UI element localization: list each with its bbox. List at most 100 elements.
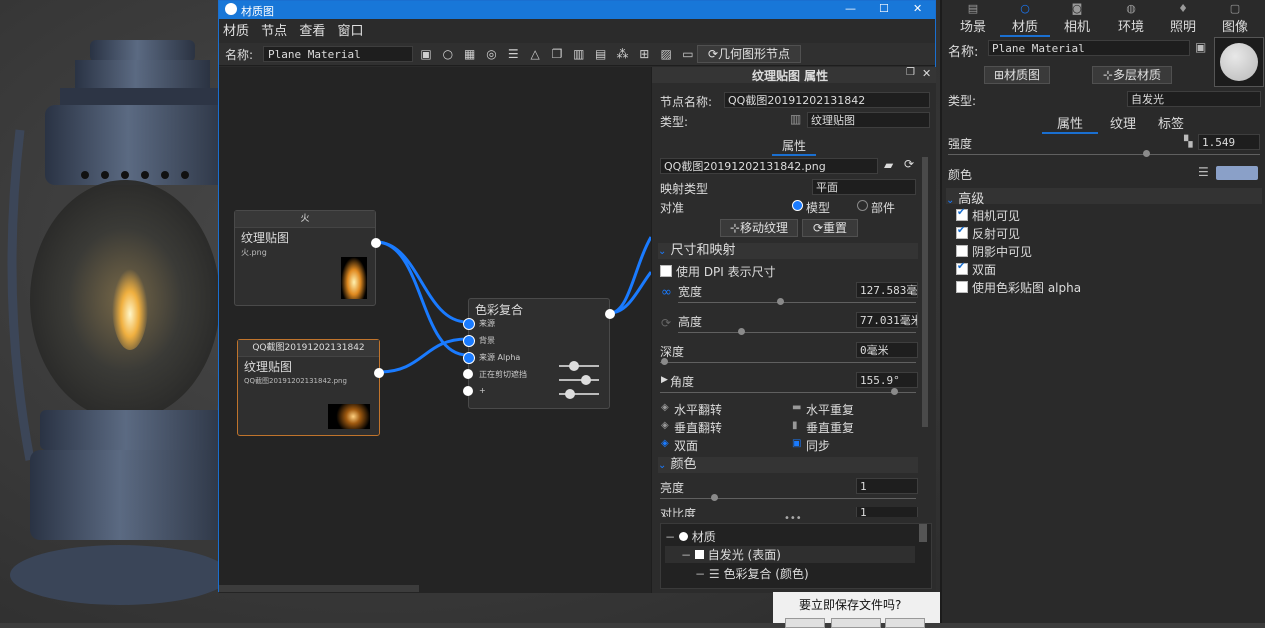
move-texture-button[interactable]: ⊹移动纹理 — [720, 219, 798, 237]
target-icon[interactable]: ◎ — [484, 47, 498, 61]
angle-slider-knob[interactable] — [891, 388, 898, 395]
height-field[interactable]: 77.031毫米 — [856, 312, 918, 328]
checkbox[interactable] — [956, 261, 968, 275]
folder-icon[interactable]: ▰ — [884, 158, 893, 172]
brightness-slider-knob[interactable] — [711, 494, 718, 501]
color-mix-node[interactable]: 色彩复合 来源 背景 来源 Alpha 正在剪切遮挡 + — [463, 298, 615, 409]
close-button[interactable]: ✕ — [913, 2, 922, 15]
menu-material[interactable]: 材质 — [223, 21, 249, 43]
check-color-alpha[interactable]: 使用色彩贴图 alpha — [956, 279, 1081, 296]
delete-icon[interactable]: ▥ — [572, 47, 586, 61]
multi-layer-button[interactable]: ⊹多层材质 — [1092, 66, 1172, 84]
tab-material[interactable]: ○ 材质 — [1000, 2, 1050, 37]
output-port[interactable] — [371, 238, 381, 248]
tab-scene[interactable]: ▤ 场景 — [948, 2, 998, 35]
save-icon[interactable]: ▣ — [419, 47, 433, 61]
link-icon[interactable]: ∞ — [661, 285, 672, 300]
input-port-background[interactable] — [463, 335, 475, 347]
depth-field[interactable]: 0毫米 — [856, 342, 918, 358]
intensity-slider-track[interactable] — [948, 154, 1260, 155]
input-port-source[interactable] — [463, 318, 475, 330]
props-scrollbar[interactable] — [922, 157, 928, 427]
angle-field[interactable]: 155.9° — [856, 372, 918, 388]
output-port[interactable] — [605, 309, 615, 319]
texture-node-fire[interactable]: 火 纹理贴图 火.png — [234, 210, 381, 306]
input-port-add[interactable] — [463, 386, 473, 396]
maximize-button[interactable]: ☐ — [879, 2, 889, 15]
trash-icon[interactable]: ▥ — [790, 112, 801, 126]
tree-item-color-mix[interactable]: − ☰ 色彩复合 (颜色) — [695, 565, 809, 582]
menu-view[interactable]: 查看 — [299, 21, 325, 43]
advanced-section[interactable]: ⌄ 高级 — [946, 188, 1262, 207]
width-slider-knob[interactable] — [777, 298, 784, 305]
reset-button[interactable]: ⟳重置 — [802, 219, 858, 237]
align-icon[interactable]: ▨ — [659, 47, 673, 61]
tab-image[interactable]: ▢ 图像 — [1210, 2, 1260, 35]
node-name-field[interactable]: QQ截图20191202131842 — [724, 92, 930, 108]
checkbox[interactable] — [956, 281, 968, 293]
node-graph-canvas[interactable]: 火 纹理贴图 火.png QQ截图20191202131842 纹理贴图 QQ截… — [219, 67, 651, 593]
input-port-alpha[interactable] — [463, 352, 475, 364]
tab-camera[interactable]: ◙ 相机 — [1052, 2, 1102, 35]
type-dropdown[interactable]: 自发光 — [1127, 91, 1261, 107]
expand-icon[interactable]: ▶ — [661, 375, 668, 385]
flip-v-icon[interactable]: ◈ — [661, 420, 669, 431]
close-icon[interactable]: ✕ — [922, 67, 931, 80]
color-section[interactable]: ⌄ 颜色 — [658, 457, 918, 473]
map-type-dropdown[interactable]: 平面 — [812, 179, 916, 195]
output-port[interactable] — [374, 368, 384, 378]
undock-icon[interactable]: ❐ — [906, 67, 915, 78]
angle-slider-track[interactable] — [660, 392, 916, 393]
height-slider-knob[interactable] — [738, 328, 745, 335]
menu-window[interactable]: 窗口 — [337, 21, 363, 43]
grid-icon[interactable]: ▦ — [463, 47, 477, 61]
tree-item-emissive[interactable]: − 自发光 (表面) — [665, 546, 915, 563]
texture-file-field[interactable]: QQ截图20191202131842.png — [660, 158, 878, 174]
radio-model[interactable] — [792, 200, 803, 211]
repeat-v-icon[interactable]: ▮ — [792, 420, 798, 431]
tree-icon[interactable]: ⊞ — [637, 47, 651, 61]
color-swatch[interactable] — [1216, 166, 1258, 180]
sync-label[interactable]: 同步 — [806, 437, 830, 454]
check-camera-visible[interactable]: 相机可见 — [956, 207, 1020, 224]
check-shadow-visible[interactable]: 阴影中可见 — [956, 243, 1032, 260]
copy-icon[interactable]: ❐ — [550, 47, 564, 61]
reload-icon[interactable]: ⟳ — [904, 157, 914, 171]
material-preview[interactable] — [1214, 37, 1264, 87]
material-name-field[interactable]: Plane Material — [988, 40, 1190, 56]
subtab-labels[interactable]: 标签 — [1146, 113, 1196, 132]
texture-node-qq[interactable]: QQ截图20191202131842 纹理贴图 QQ截图201912021318… — [237, 339, 384, 436]
sync-toggle-icon[interactable]: ▣ — [792, 438, 801, 449]
texture-toggle-icon[interactable]: ▚ — [1184, 135, 1192, 148]
nodes-icon[interactable]: ⁂ — [615, 47, 629, 61]
intensity-field[interactable]: 1.549 — [1198, 134, 1260, 150]
window-titlebar[interactable]: 材质图 — ☐ ✕ — [219, 1, 935, 19]
brightness-slider-track[interactable] — [660, 498, 916, 499]
input-port-clip[interactable] — [463, 369, 473, 379]
menu-node[interactable]: 节点 — [261, 21, 287, 43]
material-graph-button[interactable]: ⊞材质图 — [984, 66, 1050, 84]
dpi-checkbox[interactable] — [660, 265, 672, 277]
tab-environment[interactable]: ◍ 环境 — [1106, 2, 1156, 35]
two-sided-label[interactable]: 双面 — [674, 437, 698, 454]
repeat-h-icon[interactable]: ▬ — [792, 402, 801, 413]
check-reflection-visible[interactable]: 反射可见 — [956, 225, 1020, 242]
repeat-h-label[interactable]: 水平重复 — [806, 401, 854, 418]
tab-properties[interactable]: 属性 — [772, 137, 816, 156]
checkbox[interactable] — [956, 207, 968, 221]
minimize-button[interactable]: — — [845, 2, 856, 15]
flip-h-icon[interactable]: ◈ — [661, 402, 669, 413]
width-field[interactable]: 127.583毫米 — [856, 282, 918, 298]
color-settings-icon[interactable]: ☰ — [1198, 165, 1209, 179]
tab-lighting[interactable]: ♦ 照明 — [1158, 2, 1208, 35]
subtab-properties[interactable]: 属性 — [1042, 113, 1098, 134]
frame-icon[interactable]: ▭ — [681, 47, 695, 61]
layout-icon[interactable]: ▤ — [594, 47, 608, 61]
search-icon[interactable]: ○ — [441, 47, 455, 61]
save-material-icon[interactable]: ▣ — [1195, 40, 1206, 54]
graph-scrollbar[interactable] — [219, 585, 419, 592]
depth-slider-track[interactable] — [660, 362, 916, 363]
contrast-field[interactable]: 1 — [856, 507, 918, 517]
type-dropdown[interactable]: 纹理贴图 — [807, 112, 930, 128]
material-name-field[interactable]: Plane Material — [263, 46, 413, 62]
